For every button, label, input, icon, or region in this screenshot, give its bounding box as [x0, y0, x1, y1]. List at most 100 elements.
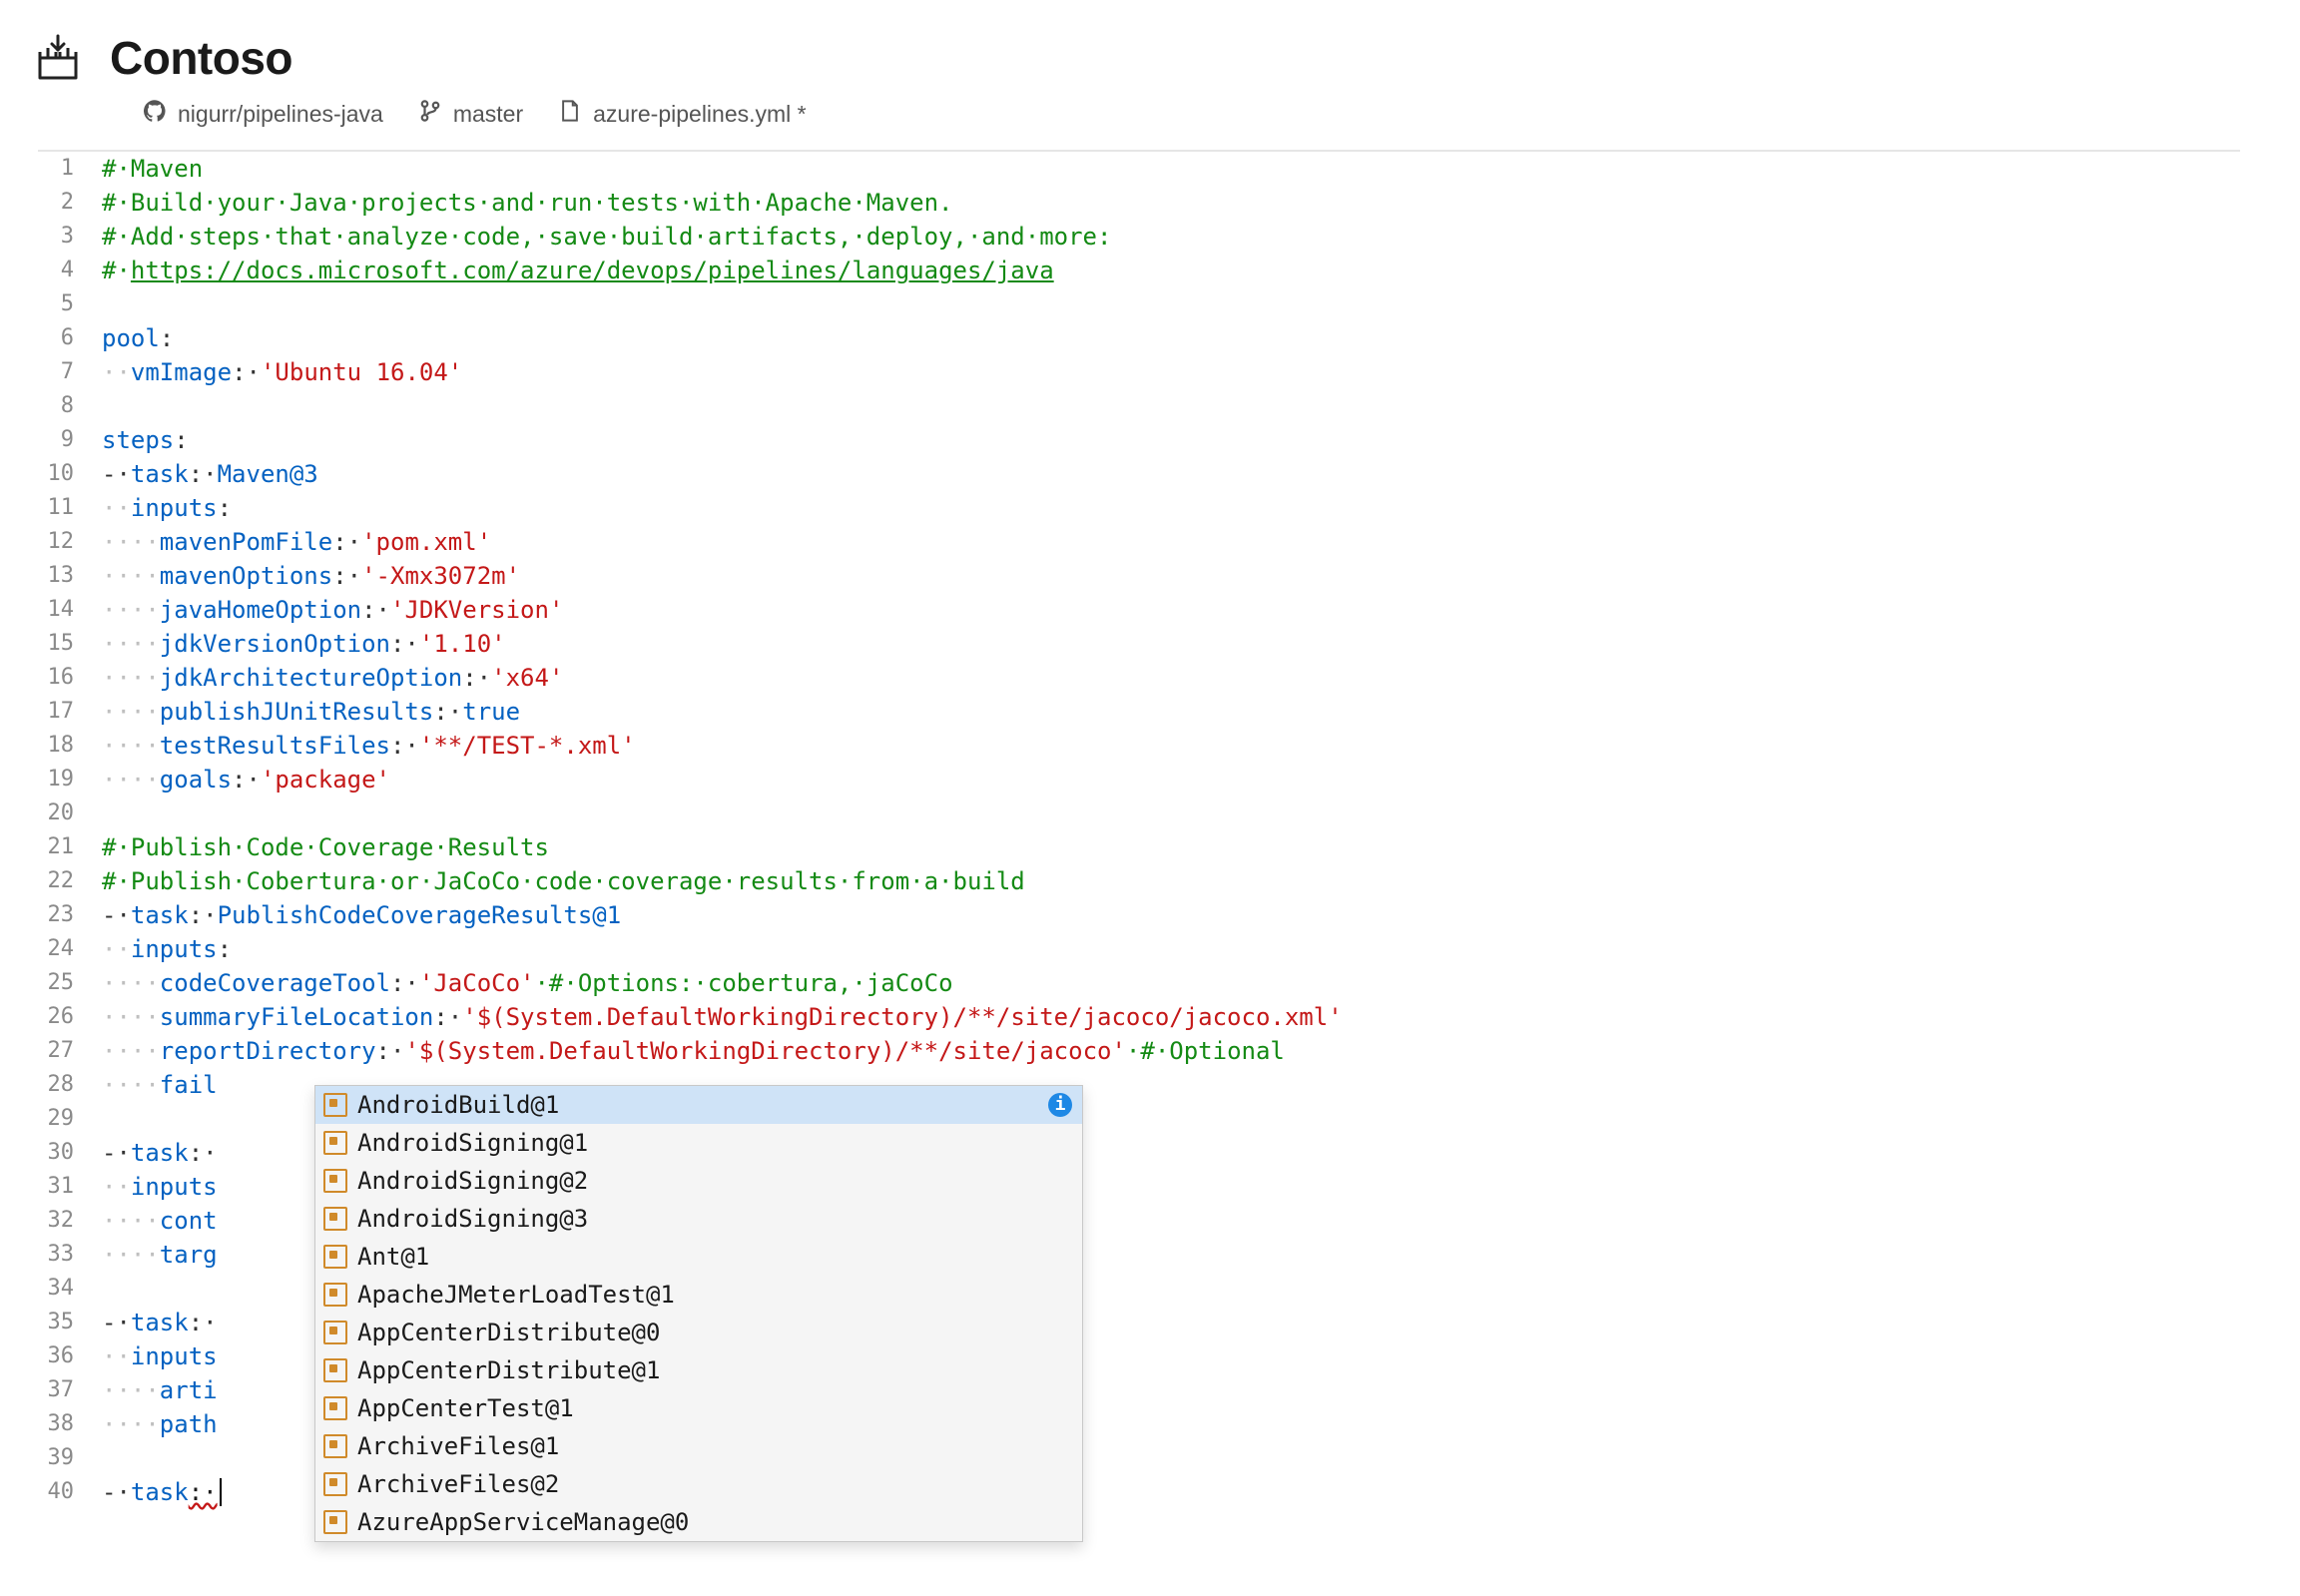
line-number: 15	[38, 627, 102, 661]
line-number: 14	[38, 593, 102, 627]
line-number: 18	[38, 729, 102, 763]
line-number: 38	[38, 1407, 102, 1441]
code-line[interactable]: -·task:·Maven@3	[102, 457, 2240, 491]
intellisense-popup[interactable]: AndroidBuild@1 i AndroidSigning@1 Android…	[314, 1085, 1083, 1542]
line-number: 8	[38, 389, 102, 423]
line-number: 20	[38, 797, 102, 830]
intellisense-label: AppCenterDistribute@0	[357, 1318, 660, 1347]
code-line[interactable]: ····testResultsFiles:·'**/TEST-*.xml'	[102, 729, 2240, 763]
code-line[interactable]: steps:	[102, 423, 2240, 457]
code-editor[interactable]: 1#·Maven 2#·Build·your·Java·projects·and…	[38, 150, 2240, 1509]
line-number: 7	[38, 355, 102, 389]
text-cursor	[220, 1478, 222, 1506]
intellisense-item[interactable]: AppCenterTest@1	[315, 1389, 1082, 1427]
line-number: 24	[38, 932, 102, 966]
intellisense-item[interactable]: Ant@1	[315, 1238, 1082, 1276]
branch-crumb[interactable]: master	[419, 100, 523, 128]
logo-icon	[30, 30, 86, 86]
snippet-icon	[323, 1396, 347, 1420]
intellisense-label: AppCenterTest@1	[357, 1393, 574, 1423]
line-number: 23	[38, 898, 102, 932]
line-number: 19	[38, 763, 102, 797]
code-line[interactable]: ····publishJUnitResults:·true	[102, 695, 2240, 729]
snippet-icon	[323, 1207, 347, 1231]
line-number: 34	[38, 1272, 102, 1306]
intellisense-label: AzureAppServiceManage@0	[357, 1507, 689, 1537]
intellisense-label: ArchiveFiles@1	[357, 1431, 559, 1461]
intellisense-item[interactable]: AppCenterDistribute@0	[315, 1314, 1082, 1351]
code-line[interactable]: -·task:·PublishCodeCoverageResults@1	[102, 898, 2240, 932]
branch-name: master	[453, 101, 523, 128]
line-number: 30	[38, 1136, 102, 1170]
line-number: 17	[38, 695, 102, 729]
line-number: 11	[38, 491, 102, 525]
line-number: 33	[38, 1238, 102, 1272]
intellisense-item[interactable]: AppCenterDistribute@1	[315, 1351, 1082, 1389]
intellisense-item[interactable]: AndroidSigning@2	[315, 1162, 1082, 1200]
repo-crumb[interactable]: nigurr/pipelines-java	[144, 100, 383, 128]
line-number: 36	[38, 1339, 102, 1373]
line-number: 29	[38, 1102, 102, 1136]
line-number: 25	[38, 966, 102, 1000]
code-line[interactable]: pool:	[102, 321, 2240, 355]
code-line[interactable]: ····mavenOptions:·'-Xmx3072m'	[102, 559, 2240, 593]
code-line[interactable]: ··vmImage:·'Ubuntu 16.04'	[102, 355, 2240, 389]
intellisense-label: AppCenterDistribute@1	[357, 1355, 660, 1385]
snippet-icon	[323, 1131, 347, 1155]
code-line[interactable]: ····javaHomeOption:·'JDKVersion'	[102, 593, 2240, 627]
code-line[interactable]: ····summaryFileLocation:·'$(System.Defau…	[102, 1000, 2240, 1034]
code-line[interactable]: ····mavenPomFile:·'pom.xml'	[102, 525, 2240, 559]
code-line[interactable]: #·Publish·Code·Coverage·Results	[102, 830, 2240, 864]
line-number: 13	[38, 559, 102, 593]
code-line[interactable]: ··inputs:	[102, 932, 2240, 966]
line-number: 9	[38, 423, 102, 457]
code-line[interactable]: #·Build·your·Java·projects·and·run·tests…	[102, 186, 2240, 220]
code-line[interactable]: #·https://docs.microsoft.com/azure/devop…	[102, 254, 2240, 287]
line-number: 40	[38, 1475, 102, 1509]
intellisense-label: ArchiveFiles@2	[357, 1469, 559, 1499]
intellisense-item[interactable]: AndroidSigning@3	[315, 1200, 1082, 1238]
code-line[interactable]: ··inputs:	[102, 491, 2240, 525]
branch-icon	[419, 100, 441, 128]
code-line[interactable]: ····jdkVersionOption:·'1.10'	[102, 627, 2240, 661]
line-number: 10	[38, 457, 102, 491]
code-line[interactable]: ····jdkArchitectureOption:·'x64'	[102, 661, 2240, 695]
intellisense-item[interactable]: ArchiveFiles@2	[315, 1465, 1082, 1503]
intellisense-label: AndroidSigning@1	[357, 1128, 588, 1158]
snippet-icon	[323, 1358, 347, 1382]
intellisense-item[interactable]: AzureAppServiceManage@0	[315, 1503, 1082, 1541]
intellisense-label: AndroidBuild@1	[357, 1090, 559, 1120]
intellisense-item[interactable]: ArchiveFiles@1	[315, 1427, 1082, 1465]
repo-name: nigurr/pipelines-java	[178, 101, 383, 128]
intellisense-item[interactable]: ApacheJMeterLoadTest@1	[315, 1276, 1082, 1314]
line-number: 35	[38, 1306, 102, 1339]
line-number: 2	[38, 186, 102, 220]
code-line[interactable]: #·Publish·Cobertura·or·JaCoCo·code·cover…	[102, 864, 2240, 898]
line-number: 31	[38, 1170, 102, 1204]
snippet-icon	[323, 1472, 347, 1496]
line-number: 1	[38, 152, 102, 186]
intellisense-item[interactable]: AndroidSigning@1	[315, 1124, 1082, 1162]
line-number: 12	[38, 525, 102, 559]
code-line[interactable]: #·Add·steps·that·analyze·code,·save·buil…	[102, 220, 2240, 254]
snippet-icon	[323, 1283, 347, 1307]
intellisense-item[interactable]: AndroidBuild@1 i	[315, 1086, 1082, 1124]
snippet-icon	[323, 1434, 347, 1458]
line-number: 16	[38, 661, 102, 695]
snippet-icon	[323, 1321, 347, 1344]
code-line[interactable]: ····goals:·'package'	[102, 763, 2240, 797]
intellisense-label: AndroidSigning@3	[357, 1204, 588, 1234]
info-icon[interactable]: i	[1048, 1093, 1072, 1117]
line-number: 4	[38, 254, 102, 287]
code-line[interactable]: ····reportDirectory:·'$(System.DefaultWo…	[102, 1034, 2240, 1068]
code-line[interactable]: ····codeCoverageTool:·'JaCoCo'·#·Options…	[102, 966, 2240, 1000]
line-number: 27	[38, 1034, 102, 1068]
line-number: 37	[38, 1373, 102, 1407]
breadcrumb: nigurr/pipelines-java master azure-pipel…	[0, 86, 2300, 150]
header: Contoso	[0, 0, 2300, 86]
file-crumb[interactable]: azure-pipelines.yml *	[559, 100, 806, 128]
code-line[interactable]: #·Maven	[102, 152, 2240, 186]
snippet-icon	[323, 1093, 347, 1117]
line-number: 28	[38, 1068, 102, 1102]
line-number: 39	[38, 1441, 102, 1475]
